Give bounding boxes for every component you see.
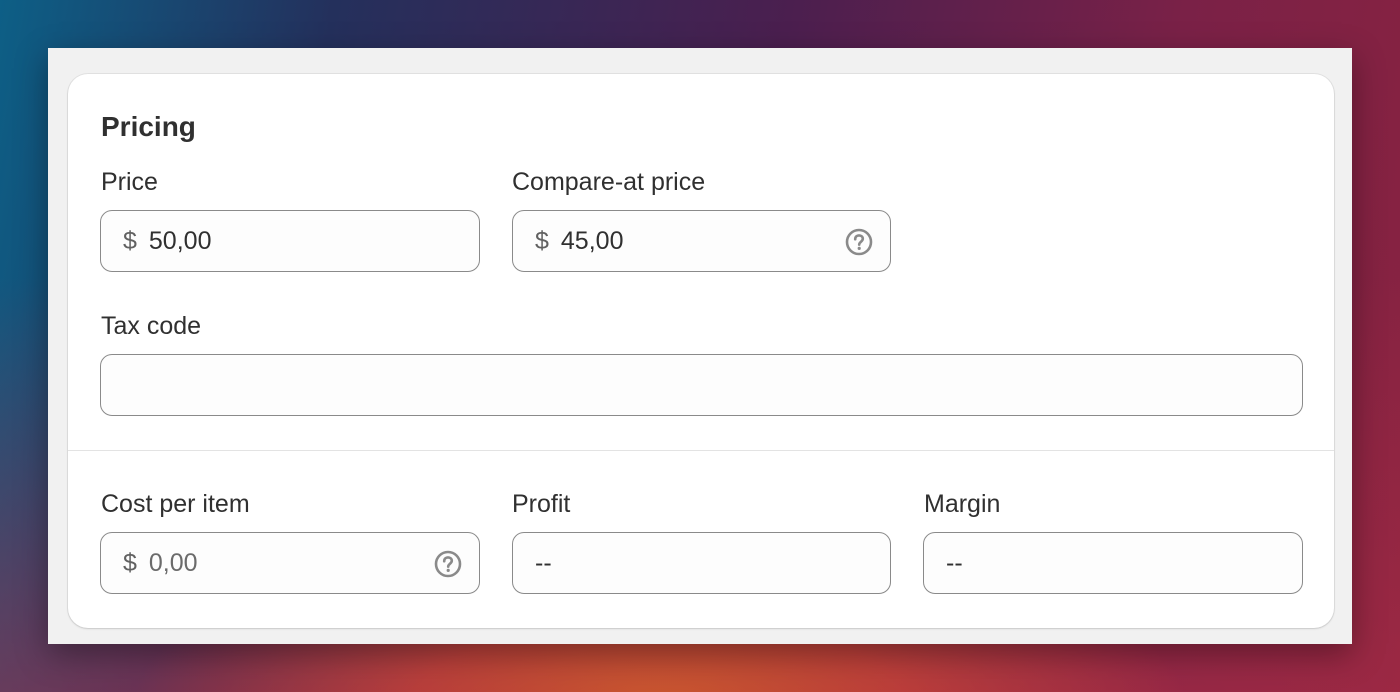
section-title-pricing: Pricing (101, 111, 196, 142)
question-circle-icon[interactable] (844, 227, 874, 257)
cost-per-item-placeholder: 0,00 (148, 548, 198, 577)
cost-per-item-label: Cost per item (101, 490, 250, 518)
price-label: Price (101, 168, 158, 196)
margin-label: Margin (924, 490, 1001, 518)
cost-per-item-input[interactable]: $ 0,00 (100, 532, 480, 594)
compare-at-price-input[interactable]: $ 45,00 (512, 210, 891, 272)
profit-field: -- (512, 532, 891, 594)
profit-value: -- (535, 548, 552, 577)
tax-code-label: Tax code (101, 312, 202, 340)
section-divider (68, 450, 1334, 451)
price-input[interactable]: $ 50,00 (100, 210, 480, 272)
currency-prefix: $ (123, 548, 137, 577)
currency-prefix: $ (535, 226, 549, 255)
tax-code-input[interactable] (100, 354, 1303, 416)
currency-prefix: $ (123, 226, 137, 255)
compare-at-price-value: 45,00 (560, 226, 624, 255)
margin-value: -- (946, 548, 963, 577)
margin-field: -- (923, 532, 1303, 594)
price-value: 50,00 (148, 226, 212, 255)
app-window: Pricing Price $ 50,00 Compare-at price $… (48, 48, 1352, 644)
compare-at-price-label: Compare-at price (512, 168, 706, 196)
pricing-card: Pricing Price $ 50,00 Compare-at price $… (68, 74, 1334, 628)
profit-label: Profit (512, 490, 571, 518)
question-circle-icon[interactable] (433, 549, 463, 579)
